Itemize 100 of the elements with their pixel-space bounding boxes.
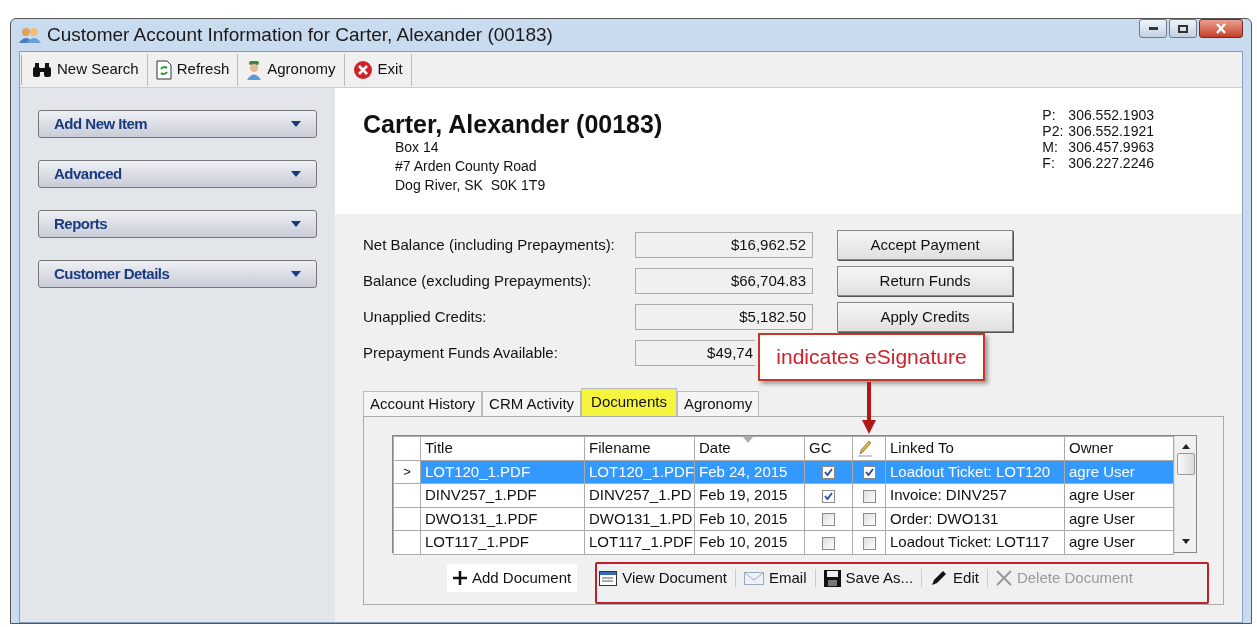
address-line: #7 Arden County Road xyxy=(395,157,538,176)
caret-icon xyxy=(291,121,301,127)
table-cell: Feb 24, 2015 xyxy=(694,460,805,484)
checkbox[interactable] xyxy=(862,489,876,503)
phone-label: P: xyxy=(1042,107,1057,123)
table-cell: LOT120_1.PDF xyxy=(584,460,695,484)
toolbar-button[interactable]: Refresh xyxy=(147,53,239,86)
document-action-button[interactable]: Email xyxy=(738,564,813,592)
balance-action-button[interactable]: Accept Payment xyxy=(837,230,1013,260)
balance-value: $5,182.50 xyxy=(739,306,806,327)
table-cell: Loadout Ticket: LOT117 xyxy=(885,530,1065,554)
table-cell: agre User xyxy=(1064,460,1174,484)
table-cell: Order: DWO131 xyxy=(885,507,1065,531)
table-cell: Feb 19, 2015 xyxy=(694,483,805,507)
callout-text: indicates eSignature xyxy=(776,344,967,371)
balance-label: Balance (excluding Prepayments): xyxy=(363,270,593,291)
caret-icon xyxy=(291,271,301,277)
address-line: Dog River, SK S0K 1T9 xyxy=(395,176,547,195)
toolbar-button[interactable]: Exit xyxy=(344,53,412,86)
sidebar-item[interactable]: Advanced xyxy=(38,160,317,188)
table-cell: agre User xyxy=(1064,483,1174,507)
column-header[interactable]: Owner xyxy=(1064,436,1174,460)
table-cell: LOT117_1.PDF xyxy=(584,530,695,554)
balance-action-button[interactable]: Apply Credits xyxy=(837,302,1013,332)
checkbox[interactable] xyxy=(862,513,876,527)
pencil-icon xyxy=(857,439,873,458)
sidebar-item[interactable]: Customer Details xyxy=(38,260,317,288)
table-cell: Feb 10, 2015 xyxy=(694,507,805,531)
esignature-column-header[interactable] xyxy=(852,436,886,460)
balance-value: $16,962.52 xyxy=(730,234,806,255)
table-cell: DINV257_1.PDF xyxy=(420,483,585,507)
pen-icon xyxy=(930,569,949,587)
balance-value: $66,704.83 xyxy=(730,270,806,291)
tab[interactable]: Agronomy xyxy=(676,391,760,416)
scroll-thumb[interactable] xyxy=(1176,453,1195,475)
phone-label: P2: xyxy=(1042,123,1065,139)
toolbar-button[interactable]: Agronomy xyxy=(238,53,345,86)
column-header[interactable]: GC xyxy=(804,436,853,460)
column-header[interactable]: Linked To xyxy=(885,436,1065,460)
tab[interactable]: Account History xyxy=(363,391,483,416)
tab[interactable]: CRM Activity xyxy=(482,391,582,416)
document-action-button[interactable]: Edit xyxy=(924,564,985,592)
maximize-button[interactable] xyxy=(1169,19,1197,38)
table-cell: LOT117_1.PDF xyxy=(420,530,585,554)
x-icon xyxy=(995,570,1012,586)
person-icon xyxy=(246,59,263,80)
refresh-icon xyxy=(155,59,172,80)
table-cell: Loadout Ticket: LOT120 xyxy=(885,460,1065,484)
address-line: Box 14 xyxy=(395,138,440,157)
phone-number: 306.457.9963 xyxy=(1068,139,1154,155)
table-cell: Invoice: DINV257 xyxy=(885,483,1065,507)
document-icon xyxy=(599,570,618,586)
tab[interactable]: Documents xyxy=(581,388,677,416)
document-action-button[interactable]: View Document xyxy=(593,564,733,592)
phone-number: 306.552.1921 xyxy=(1068,123,1154,139)
caret-icon xyxy=(291,221,301,227)
column-header[interactable]: Filename xyxy=(584,436,695,460)
column-header[interactable]: Title xyxy=(420,436,585,460)
scrollbar[interactable] xyxy=(1174,436,1196,552)
checkbox[interactable] xyxy=(862,536,876,550)
sidebar-item[interactable]: Add New Item xyxy=(38,110,317,138)
checkbox[interactable] xyxy=(862,466,876,480)
window-title: Customer Account Information for Carter, Alexander (00183) xyxy=(47,22,553,47)
callout-arrow xyxy=(862,382,876,434)
balance-label: Unapplied Credits: xyxy=(363,306,488,327)
table-cell: agre User xyxy=(1064,530,1174,554)
floppy-icon xyxy=(823,569,841,587)
document-action-button[interactable]: Add Document xyxy=(447,564,578,592)
exit-icon xyxy=(352,59,373,80)
balance-action-button[interactable]: Return Funds xyxy=(837,266,1013,296)
checkbox[interactable] xyxy=(822,536,835,550)
column-header[interactable]: Date xyxy=(694,436,805,460)
document-action-button[interactable]: Save As... xyxy=(817,564,920,592)
scroll-down-icon[interactable] xyxy=(1181,539,1190,544)
customer-name: Carter, Alexander (00183) xyxy=(363,110,663,138)
balance-label: Net Balance (including Prepayments): xyxy=(363,234,616,255)
checkbox[interactable] xyxy=(822,489,835,503)
balance-label: Prepayment Funds Available: xyxy=(363,342,559,363)
table-cell: DWO131_1.PDF xyxy=(420,507,585,531)
scroll-up-icon[interactable] xyxy=(1181,444,1190,449)
row-marker: > xyxy=(393,460,421,484)
phone-label: M: xyxy=(1042,139,1059,155)
close-button[interactable] xyxy=(1199,19,1243,38)
sidebar-item[interactable]: Reports xyxy=(38,210,317,238)
table-cell: Feb 10, 2015 xyxy=(694,530,805,554)
minimize-button[interactable] xyxy=(1139,19,1167,38)
envelope-icon xyxy=(744,571,764,585)
phone-number: 306.552.1903 xyxy=(1068,107,1154,123)
people-icon xyxy=(19,27,41,43)
table-cell: DINV257_1.PD xyxy=(584,483,695,507)
checkbox[interactable] xyxy=(822,466,835,480)
caret-icon xyxy=(291,171,301,177)
toolbar-button[interactable]: New Search xyxy=(24,53,148,86)
plus-icon xyxy=(453,571,467,585)
sort-arrow-icon xyxy=(743,437,753,443)
balance-value: $49,74 xyxy=(707,342,753,363)
table-cell: LOT120_1.PDF xyxy=(420,460,585,484)
phone-label: F: xyxy=(1042,155,1056,171)
checkbox[interactable] xyxy=(822,513,835,527)
table-cell: agre User xyxy=(1064,507,1174,531)
